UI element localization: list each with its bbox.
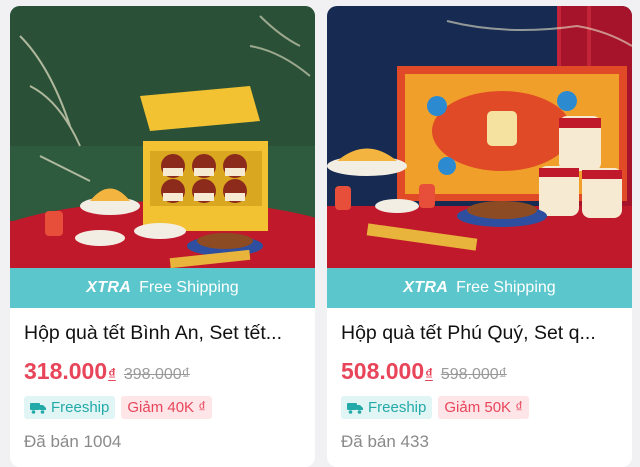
discount-tag: Giảm 50K ₫ [438,396,529,419]
free-shipping-label: Free Shipping [456,279,556,296]
free-shipping-banner: XTRA Free Shipping [327,268,632,308]
product-image[interactable] [10,6,315,308]
product-title[interactable]: Hộp quà tết Phú Quý, Set q... [341,322,623,345]
product-card[interactable]: XTRA Free Shipping Hộp quà tết Bình An, … [10,6,315,467]
free-shipping-label: Free Shipping [139,279,239,296]
product-image[interactable] [327,6,632,308]
original-price: 398.000₫ [123,366,190,383]
product-card[interactable]: XTRA Free Shipping Hộp quà tết Phú Quý, … [327,6,632,467]
product-title[interactable]: Hộp quà tết Bình An, Set tết... [24,322,306,345]
xtra-logo: XTRA [86,279,132,296]
current-price: 318.000₫ [24,358,116,384]
delivery-truck-icon [347,402,363,414]
xtra-logo: XTRA [403,279,449,296]
current-price: 508.000₫ [341,358,433,384]
promo-tags: Freeship Giảm 50K ₫ [341,396,529,419]
original-price: 598.000₫ [440,366,507,383]
sold-count: Đã bán 433 [341,432,429,451]
price-row: 508.000₫ 598.000₫ [341,358,507,385]
product-photo-binh-an [10,6,315,268]
discount-tag: Giảm 40K ₫ [121,396,212,419]
freeship-tag: Freeship [341,396,433,419]
product-photo-phu-quy [327,6,632,268]
free-shipping-banner: XTRA Free Shipping [10,268,315,308]
product-grid: XTRA Free Shipping Hộp quà tết Bình An, … [10,6,632,467]
promo-tags: Freeship Giảm 40K ₫ [24,396,212,419]
price-row: 318.000₫ 398.000₫ [24,358,190,385]
delivery-truck-icon [30,402,46,414]
freeship-tag: Freeship [24,396,116,419]
sold-count: Đã bán 1004 [24,432,122,451]
